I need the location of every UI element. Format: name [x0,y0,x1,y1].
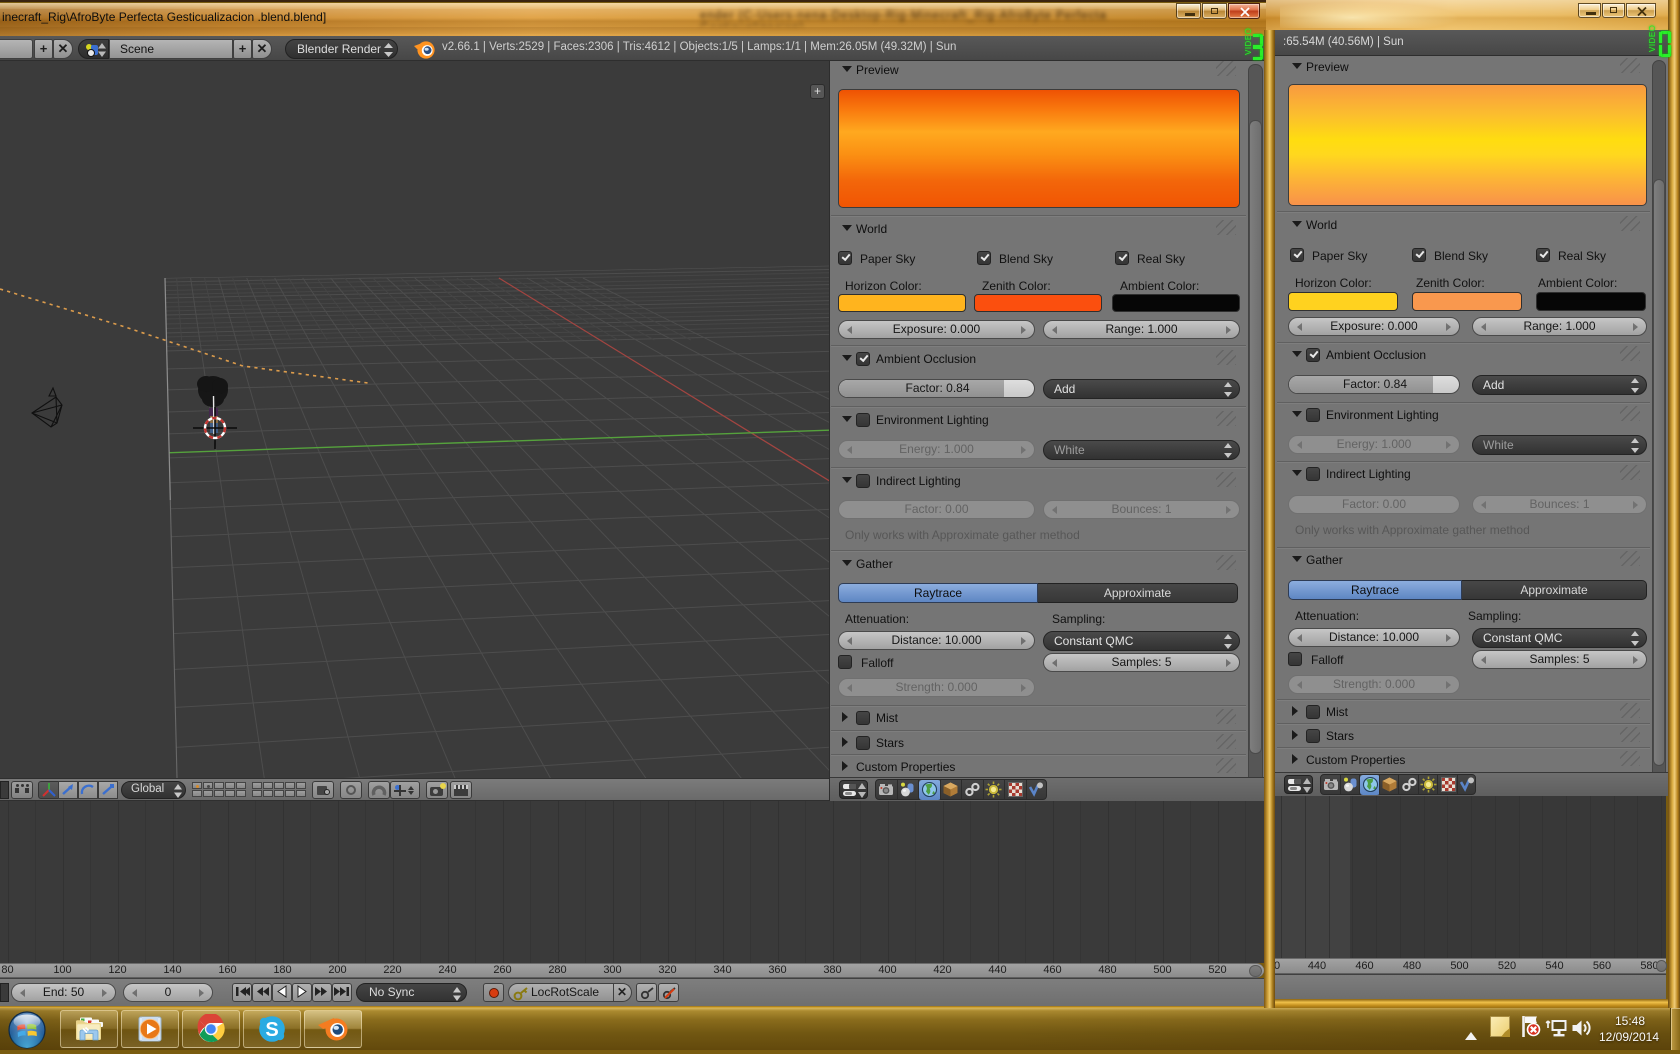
svg-text:S: S [265,1019,278,1041]
